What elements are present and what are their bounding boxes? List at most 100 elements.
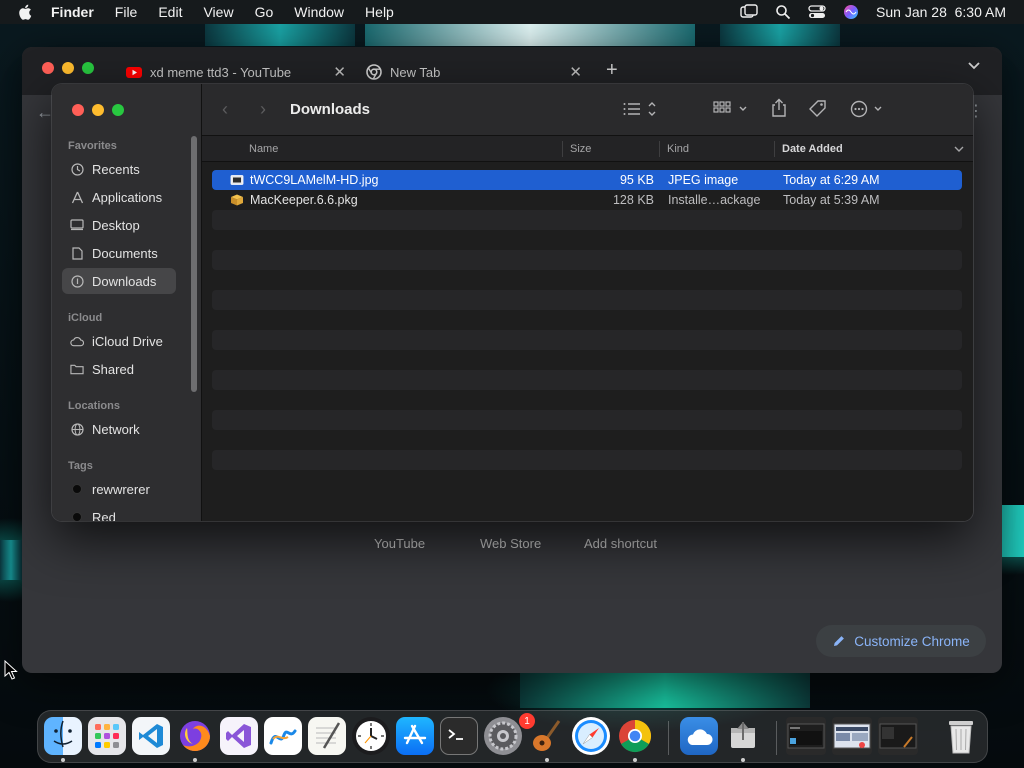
menu-extras: Sun Jan 28 6:30 AM bbox=[740, 0, 1006, 24]
dock-minimized-window-thumbnail[interactable] bbox=[786, 717, 826, 755]
dock-freeform-icon[interactable] bbox=[264, 717, 302, 755]
dock-firefox-icon[interactable] bbox=[176, 717, 214, 755]
tab-search-chevron-icon[interactable] bbox=[968, 61, 980, 71]
sidebar-item-downloads[interactable]: Downloads bbox=[62, 268, 176, 294]
dock-separator bbox=[668, 721, 669, 755]
dock-textedit-icon[interactable] bbox=[308, 717, 346, 755]
minimize-window-button[interactable] bbox=[92, 104, 104, 116]
column-header-date-added[interactable]: Date Added bbox=[782, 143, 843, 155]
empty-row bbox=[212, 350, 962, 370]
empty-row bbox=[212, 250, 962, 270]
sidebar-section-favorites: Favorites bbox=[68, 140, 117, 152]
sidebar-section-locations: Locations bbox=[68, 400, 120, 412]
close-tab-icon[interactable]: ✕ bbox=[333, 63, 346, 81]
column-header-size[interactable]: Size bbox=[570, 143, 591, 155]
more-actions-icon[interactable] bbox=[850, 100, 886, 118]
siri-icon[interactable] bbox=[843, 4, 859, 20]
sidebar-scrollbar[interactable] bbox=[191, 136, 197, 392]
customize-chrome-button[interactable]: Customize Chrome bbox=[816, 625, 986, 657]
sort-descending-chevron-icon[interactable] bbox=[954, 146, 964, 153]
spotlight-search-icon[interactable] bbox=[775, 4, 791, 20]
finder-toolbar: ‹ › Downloads bbox=[202, 84, 973, 136]
empty-row bbox=[212, 310, 962, 330]
dock-minimized-window-thumbnail[interactable] bbox=[832, 717, 872, 755]
dock-safari-icon[interactable] bbox=[572, 717, 610, 755]
chrome-icon bbox=[366, 64, 382, 80]
dock-app-store-icon[interactable] bbox=[396, 717, 434, 755]
menu-help[interactable]: Help bbox=[365, 4, 394, 20]
new-tab-plus-icon[interactable]: + bbox=[606, 59, 618, 82]
share-icon[interactable] bbox=[770, 98, 788, 118]
sidebar-item-network[interactable]: Network bbox=[62, 416, 176, 442]
dock-clock-icon[interactable] bbox=[352, 717, 390, 755]
zoom-window-button[interactable] bbox=[82, 62, 94, 74]
group-by-icon[interactable] bbox=[712, 100, 750, 118]
shortcut-youtube[interactable]: YouTube bbox=[374, 536, 425, 551]
dock-weather-icon[interactable] bbox=[680, 717, 718, 755]
column-divider[interactable] bbox=[562, 141, 563, 157]
column-header-name[interactable]: Name bbox=[249, 143, 278, 155]
close-window-button[interactable] bbox=[42, 62, 54, 74]
empty-row bbox=[212, 290, 962, 310]
zoom-window-button[interactable] bbox=[112, 104, 124, 116]
finder-content: ‹ › Downloads Name Size Kind Date Added … bbox=[202, 84, 973, 521]
dock-visual-studio-icon[interactable] bbox=[220, 717, 258, 755]
sidebar-item-label: Recents bbox=[92, 161, 140, 177]
shortcut-add[interactable]: Add shortcut bbox=[584, 536, 657, 551]
dock-installer-icon[interactable] bbox=[724, 717, 762, 755]
control-center-icon[interactable] bbox=[808, 4, 826, 20]
dock-terminal-icon[interactable] bbox=[440, 717, 478, 755]
sidebar-item-label: rewwrerer bbox=[92, 481, 150, 497]
sidebar-item-label: Downloads bbox=[92, 273, 157, 289]
chrome-tab-new-tab[interactable]: New Tab ✕ bbox=[366, 59, 582, 85]
screen-mirroring-icon[interactable] bbox=[740, 4, 758, 20]
sidebar-item-icloud-drive[interactable]: iCloud Drive bbox=[62, 328, 176, 354]
dock-vscode-icon[interactable] bbox=[132, 717, 170, 755]
chrome-tab-youtube[interactable]: xd meme ttd3 - YouTube ✕ bbox=[126, 59, 346, 85]
shortcut-web-store[interactable]: Web Store bbox=[480, 536, 541, 551]
empty-row bbox=[212, 450, 962, 470]
sidebar-item-desktop[interactable]: Desktop bbox=[62, 212, 176, 238]
file-row[interactable]: tWCC9LAMelM-HD.jpg 95 KB JPEG image Toda… bbox=[212, 170, 962, 190]
sidebar-item-shared[interactable]: Shared bbox=[62, 356, 176, 382]
dock-garageband-icon[interactable] bbox=[528, 717, 566, 755]
forward-chevron-icon[interactable]: › bbox=[260, 99, 266, 120]
menu-clock[interactable]: Sun Jan 28 6:30 AM bbox=[876, 4, 1006, 20]
dock-minimized-window-thumbnail[interactable] bbox=[878, 717, 918, 755]
dock-system-settings-icon[interactable] bbox=[484, 717, 522, 755]
package-icon bbox=[231, 194, 243, 206]
list-view-icon[interactable] bbox=[622, 100, 658, 118]
menu-window[interactable]: Window bbox=[294, 4, 344, 20]
column-divider[interactable] bbox=[659, 141, 660, 157]
sidebar-item-applications[interactable]: Applications bbox=[62, 184, 176, 210]
dock-separator bbox=[776, 721, 777, 755]
menu-view[interactable]: View bbox=[203, 4, 233, 20]
apple-menu-icon[interactable] bbox=[17, 3, 35, 21]
mouse-cursor-icon bbox=[4, 660, 18, 680]
finder-window-controls bbox=[72, 104, 124, 116]
clock-icon bbox=[70, 162, 84, 176]
file-row[interactable]: MacKeeper.6.6.pkg 128 KB Installe…ackage… bbox=[212, 190, 962, 210]
tag-icon[interactable] bbox=[808, 99, 828, 119]
sidebar-tag-rewwrerer[interactable]: rewwrerer bbox=[62, 476, 176, 502]
menu-file[interactable]: File bbox=[115, 4, 138, 20]
menu-go[interactable]: Go bbox=[255, 4, 274, 20]
dock-trash-icon[interactable] bbox=[942, 717, 980, 755]
column-divider[interactable] bbox=[774, 141, 775, 157]
empty-row bbox=[212, 210, 962, 230]
sidebar-tag-red[interactable]: Red bbox=[62, 504, 176, 521]
dock-chrome-icon[interactable] bbox=[616, 717, 654, 755]
sidebar-item-recents[interactable]: Recents bbox=[62, 156, 176, 182]
menu-edit[interactable]: Edit bbox=[158, 4, 182, 20]
dock-launchpad-icon[interactable] bbox=[88, 717, 126, 755]
menu-app-name[interactable]: Finder bbox=[51, 4, 94, 20]
back-chevron-icon[interactable]: ‹ bbox=[222, 99, 228, 120]
close-tab-icon[interactable]: ✕ bbox=[569, 63, 582, 81]
close-window-button[interactable] bbox=[72, 104, 84, 116]
sidebar-item-documents[interactable]: Documents bbox=[62, 240, 176, 266]
column-header-kind[interactable]: Kind bbox=[667, 143, 689, 155]
wallpaper-glow bbox=[1002, 505, 1024, 557]
minimize-window-button[interactable] bbox=[62, 62, 74, 74]
dock-finder-icon[interactable] bbox=[44, 717, 82, 755]
file-size: 128 KB bbox=[612, 193, 654, 207]
